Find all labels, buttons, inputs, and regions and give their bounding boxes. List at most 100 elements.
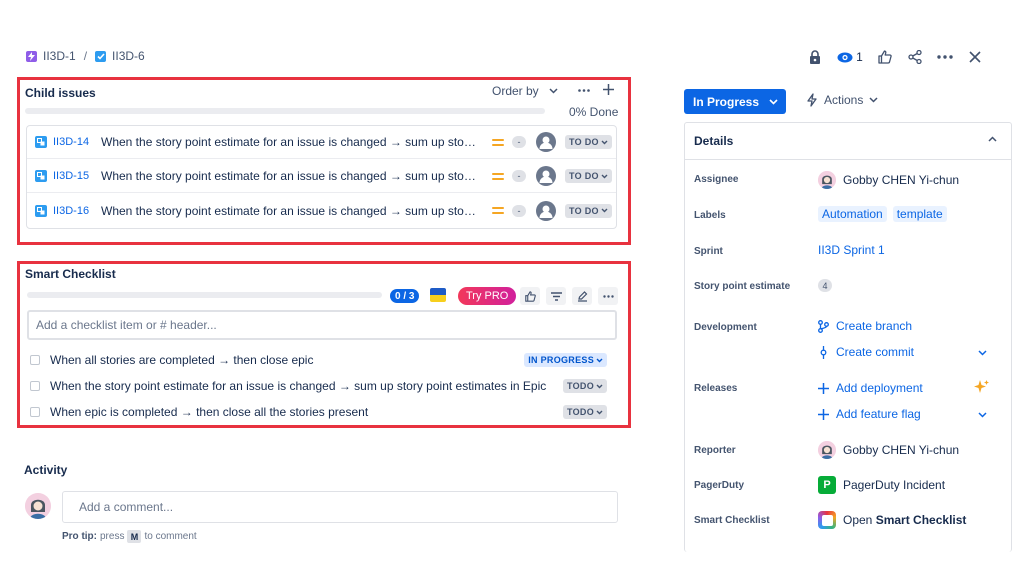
checklist-item-text[interactable]: When all stories are completed → then cl… xyxy=(50,353,313,367)
checklist-checkbox[interactable] xyxy=(30,381,40,391)
create-commit-link[interactable]: Create commit xyxy=(818,345,914,359)
child-more-button[interactable] xyxy=(578,89,590,92)
epic-icon xyxy=(26,50,37,62)
assignee-field[interactable]: Gobby CHEN Yi-chun xyxy=(818,171,959,189)
checklist-more-button[interactable] xyxy=(598,287,618,305)
close-button[interactable] xyxy=(960,46,990,68)
issue-key-link[interactable]: II3D-14 xyxy=(53,136,91,148)
chevron-down-icon[interactable] xyxy=(978,412,987,418)
like-checklist-button[interactable] xyxy=(520,287,540,305)
pagerduty-value: PagerDuty Incident xyxy=(843,478,946,492)
child-issues-title: Child issues xyxy=(25,86,96,100)
child-issues-panel: Child issues Order by 0% Done II3D-14 Wh… xyxy=(17,77,631,245)
subtask-icon xyxy=(35,170,47,182)
try-pro-button[interactable]: Try PRO xyxy=(458,287,517,305)
sparkle-icon[interactable] xyxy=(974,379,990,395)
more-button[interactable] xyxy=(930,46,960,68)
share-icon xyxy=(908,50,922,64)
filter-button[interactable] xyxy=(546,287,566,305)
chevron-down-icon[interactable] xyxy=(978,350,987,356)
more-icon xyxy=(578,89,590,92)
priority-medium-icon xyxy=(492,172,504,180)
sprint-link[interactable]: II3D Sprint 1 xyxy=(818,243,885,257)
share-button[interactable] xyxy=(900,46,930,68)
estimate-badge: - xyxy=(512,170,526,182)
status-dropdown[interactable]: TO DO xyxy=(565,203,612,218)
pro-tip: Pro tip: press M to comment xyxy=(62,530,197,543)
order-by-button[interactable]: Order by xyxy=(492,84,558,98)
priority-medium-icon xyxy=(492,207,504,214)
add-deployment-label: Add deployment xyxy=(836,381,923,395)
checklist-item-text[interactable]: When the story point estimate for an iss… xyxy=(50,379,546,393)
checklist-item: When epic is completed → then close all … xyxy=(30,401,612,423)
breadcrumb: II3D-1 / II3D-6 xyxy=(26,49,145,63)
thumbs-up-icon xyxy=(878,50,892,64)
child-issue-row[interactable]: II3D-16 When the story point estimate fo… xyxy=(27,194,616,227)
story-points-field[interactable]: 4 xyxy=(818,279,832,292)
comment-input[interactable]: Add a comment... xyxy=(62,491,618,523)
plus-icon xyxy=(818,408,829,420)
breadcrumb-parent-link[interactable]: II3D-1 xyxy=(43,49,76,63)
like-button[interactable] xyxy=(870,46,900,68)
reporter-field[interactable]: Gobby CHEN Yi-chun xyxy=(818,441,959,459)
unassigned-avatar[interactable] xyxy=(536,200,556,221)
add-deployment-link[interactable]: Add deployment xyxy=(818,381,923,395)
labels-field[interactable]: Automation template xyxy=(818,206,947,222)
child-issues-list: II3D-14 When the story point estimate fo… xyxy=(26,125,617,229)
checklist-item-input[interactable]: Add a checklist item or # header... xyxy=(27,310,617,340)
assignee-name: Gobby CHEN Yi-chun xyxy=(843,173,960,187)
checklist-status-dropdown[interactable]: TODO xyxy=(562,405,607,419)
status-label: TO DO xyxy=(569,137,599,147)
checklist-checkbox[interactable] xyxy=(30,355,40,365)
chevron-down-icon xyxy=(549,88,558,94)
checklist-status-dropdown[interactable]: TODO xyxy=(562,379,607,393)
issue-summary[interactable]: When the story point estimate for an iss… xyxy=(101,135,476,149)
edit-icon xyxy=(577,290,587,302)
status-label: TO DO xyxy=(569,171,599,181)
create-branch-link[interactable]: Create branch xyxy=(818,319,912,333)
child-issue-row[interactable]: II3D-15 When the story point estimate fo… xyxy=(27,160,616,193)
status-label: TO DO xyxy=(569,205,599,216)
add-child-issue-button[interactable] xyxy=(603,84,614,95)
details-header[interactable]: Details xyxy=(685,123,1011,160)
lock-button[interactable] xyxy=(800,46,830,68)
branch-icon xyxy=(818,319,829,333)
edit-button[interactable] xyxy=(572,287,592,305)
add-feature-flag-link[interactable]: Add feature flag xyxy=(818,407,921,421)
checklist-item-text[interactable]: When epic is completed → then close all … xyxy=(50,405,368,419)
checklist-status-dropdown[interactable]: IN PROGRESS xyxy=(524,353,607,367)
status-dropdown[interactable]: TO DO xyxy=(565,135,612,149)
filter-icon xyxy=(550,291,562,301)
watch-button[interactable]: 1 xyxy=(830,46,870,68)
open-smart-checklist-link[interactable]: Open Smart Checklist xyxy=(818,511,966,529)
activity-title: Activity xyxy=(24,463,68,477)
issue-key-link[interactable]: II3D-16 xyxy=(53,205,91,217)
pagerduty-icon: P xyxy=(818,476,836,494)
create-commit-label: Create commit xyxy=(836,345,915,359)
labels-label: Labels xyxy=(694,210,726,221)
smart-checklist-label: Smart Checklist xyxy=(694,515,770,526)
issue-summary[interactable]: When the story point estimate for an iss… xyxy=(101,169,476,183)
child-progress-bar xyxy=(25,108,545,114)
issue-summary[interactable]: When the story point estimate for an iss… xyxy=(101,204,476,218)
unassigned-avatar[interactable] xyxy=(536,132,556,152)
commit-icon xyxy=(820,345,827,359)
assignee-label: Assignee xyxy=(694,174,739,185)
pagerduty-field[interactable]: P PagerDuty Incident xyxy=(818,476,945,494)
chevron-down-icon xyxy=(596,384,603,388)
child-issue-row[interactable]: II3D-14 When the story point estimate fo… xyxy=(27,126,616,159)
breadcrumb-separator: / xyxy=(83,49,88,63)
plus-icon xyxy=(818,382,829,394)
checklist-checkbox[interactable] xyxy=(30,407,40,417)
checklist-item: When all stories are completed → then cl… xyxy=(30,349,612,371)
story-points-label: Story point estimate xyxy=(694,281,791,292)
label-tag[interactable]: Automation xyxy=(818,206,887,222)
issue-key-link[interactable]: II3D-15 xyxy=(53,170,91,182)
status-dropdown[interactable]: TO DO xyxy=(565,169,612,183)
ukraine-flag-icon xyxy=(430,288,446,302)
label-tag[interactable]: template xyxy=(892,206,947,222)
status-transition-button[interactable]: In Progress xyxy=(684,89,786,114)
actions-button[interactable]: Actions xyxy=(806,93,878,107)
unassigned-avatar[interactable] xyxy=(536,166,556,186)
breadcrumb-current-link[interactable]: II3D-6 xyxy=(112,49,145,63)
